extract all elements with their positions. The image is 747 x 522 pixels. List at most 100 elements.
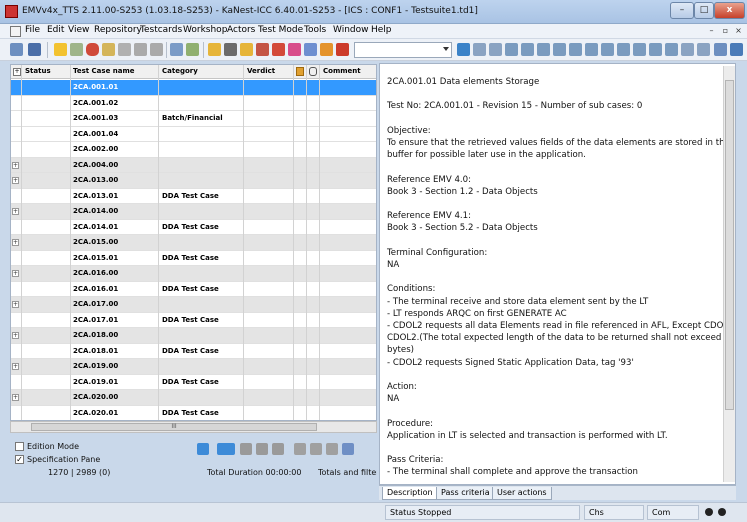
table-row[interactable]: 2CA.018.01 DDA Test Case xyxy=(11,344,376,359)
menu-workshop[interactable]: Workshop xyxy=(183,25,227,35)
table-row[interactable]: 2CA.001.03 Batch/Financial xyxy=(11,111,376,127)
table-row[interactable]: +2CA.016.00 xyxy=(11,266,376,282)
scrollbar-thumb[interactable]: III xyxy=(31,423,317,431)
specification-pane-checkbox[interactable]: ✓ xyxy=(15,455,24,464)
tab-pass-criteria[interactable]: Pass criteria xyxy=(436,487,495,500)
alert-icon[interactable] xyxy=(336,43,349,56)
table-row[interactable]: 2CA.001.01 xyxy=(11,80,376,96)
column-comment[interactable]: Comment xyxy=(323,67,361,75)
minimize-button[interactable]: – xyxy=(670,2,694,19)
table-row[interactable]: 2CA.017.01 DDA Test Case xyxy=(11,313,376,328)
menu-repository[interactable]: Repository xyxy=(94,25,142,35)
table-row[interactable]: +2CA.014.00 xyxy=(11,204,376,220)
description-vertical-scrollbar[interactable] xyxy=(723,66,735,482)
binoculars-icon[interactable] xyxy=(569,43,582,56)
stop-icon[interactable] xyxy=(256,43,269,56)
menu-test-mode[interactable]: Test Mode xyxy=(258,25,303,35)
eraser-icon[interactable] xyxy=(681,43,694,56)
filter-icon[interactable] xyxy=(457,43,470,56)
column-verdict[interactable]: Verdict xyxy=(247,67,275,75)
menu-testcards[interactable]: Testcards xyxy=(140,25,182,35)
expand-icon[interactable]: + xyxy=(12,161,19,169)
binoculars-icon[interactable] xyxy=(585,43,598,56)
expand-icon[interactable]: + xyxy=(12,239,19,246)
menu-window[interactable]: Window xyxy=(333,25,369,35)
new-icon[interactable] xyxy=(10,43,23,56)
maximize-button[interactable]: □ xyxy=(694,2,714,19)
expand-icon[interactable]: + xyxy=(12,394,19,401)
expand-icon[interactable]: + xyxy=(12,301,19,308)
mdi-close-icon[interactable]: × xyxy=(733,25,744,37)
pause-icon[interactable] xyxy=(240,443,252,455)
table-row[interactable]: +2CA.018.00 xyxy=(11,328,376,344)
menu-file[interactable]: File xyxy=(25,25,40,35)
lightning-icon[interactable] xyxy=(54,43,67,56)
expand-icon[interactable]: + xyxy=(12,363,19,370)
table-row[interactable]: 2CA.002.00 xyxy=(11,142,376,158)
help-icon[interactable] xyxy=(714,43,727,56)
binoculars-icon[interactable] xyxy=(617,43,630,56)
table-row[interactable]: +2CA.019.00 xyxy=(11,359,376,375)
table-row[interactable]: 2CA.014.01 DDA Test Case xyxy=(11,220,376,235)
grid-horizontal-scrollbar[interactable]: III xyxy=(10,421,377,433)
menu-tools[interactable]: Tools xyxy=(304,25,326,35)
menu-view[interactable]: View xyxy=(68,25,89,35)
filter-combo[interactable] xyxy=(354,42,452,58)
scrollbar-thumb[interactable] xyxy=(725,80,734,410)
column-status[interactable]: Status xyxy=(25,67,51,75)
table-row[interactable]: 2CA.015.01 DDA Test Case xyxy=(11,251,376,266)
settings-icon[interactable] xyxy=(730,43,743,56)
table-row[interactable]: +2CA.020.00 xyxy=(11,390,376,406)
column-test-case-name[interactable]: Test Case name xyxy=(73,67,135,75)
table-row[interactable]: 2CA.019.01 DDA Test Case xyxy=(11,375,376,390)
table-row[interactable]: +2CA.013.00 xyxy=(11,173,376,189)
reload-icon[interactable] xyxy=(102,43,115,56)
table-row[interactable]: 2CA.001.02 xyxy=(11,96,376,111)
pen-icon[interactable] xyxy=(134,43,147,56)
mdi-restore-icon[interactable]: ▫ xyxy=(720,25,731,37)
folder-icon[interactable] xyxy=(208,43,221,56)
tool-icon[interactable] xyxy=(310,443,322,455)
table-row[interactable]: +2CA.004.00 xyxy=(11,157,376,173)
menu-help[interactable]: Help xyxy=(371,25,392,35)
expand-icon[interactable]: + xyxy=(12,270,19,277)
paperclip-icon[interactable] xyxy=(342,443,354,455)
binoculars-icon[interactable] xyxy=(537,43,550,56)
expand-icon[interactable]: + xyxy=(12,177,19,184)
table-row[interactable]: +2CA.017.00 xyxy=(11,297,376,313)
filter-icon[interactable] xyxy=(489,43,502,56)
binoculars-icon[interactable] xyxy=(505,43,518,56)
play-options-icon[interactable] xyxy=(217,443,235,455)
close-button[interactable]: x xyxy=(714,2,745,19)
tab-user-actions[interactable]: User actions xyxy=(492,487,552,500)
traffic-light-icon[interactable] xyxy=(86,43,99,56)
binoculars-icon[interactable] xyxy=(601,43,614,56)
record-icon[interactable] xyxy=(272,43,285,56)
stop-icon[interactable] xyxy=(256,443,268,455)
grid-icon[interactable] xyxy=(304,43,317,56)
brush-icon[interactable] xyxy=(150,43,163,56)
expand-icon[interactable]: + xyxy=(12,332,19,339)
filter-icon[interactable] xyxy=(473,43,486,56)
mdi-minimize-icon[interactable]: – xyxy=(706,25,717,37)
edition-mode-checkbox[interactable] xyxy=(15,442,24,451)
tool-icon[interactable] xyxy=(326,443,338,455)
checklist-icon[interactable] xyxy=(70,43,83,56)
flag-icon[interactable] xyxy=(288,43,301,56)
folder-icon[interactable] xyxy=(240,43,253,56)
document-icon[interactable] xyxy=(170,43,183,56)
card-icon[interactable] xyxy=(224,43,237,56)
binoculars-icon[interactable] xyxy=(649,43,662,56)
menu-actors[interactable]: Actors xyxy=(227,25,255,35)
binoculars-icon[interactable] xyxy=(665,43,678,56)
step-icon[interactable] xyxy=(272,443,284,455)
expand-icon[interactable]: + xyxy=(12,208,19,215)
open-icon[interactable] xyxy=(28,43,41,56)
table-row[interactable]: 2CA.020.01 DDA Test Case xyxy=(11,406,376,421)
binoculars-icon[interactable] xyxy=(521,43,534,56)
run-icon[interactable] xyxy=(197,443,209,455)
pen-icon[interactable] xyxy=(118,43,131,56)
table-row[interactable]: 2CA.013.01 DDA Test Case xyxy=(11,189,376,204)
column-category[interactable]: Category xyxy=(162,67,198,75)
tag-icon[interactable] xyxy=(320,43,333,56)
